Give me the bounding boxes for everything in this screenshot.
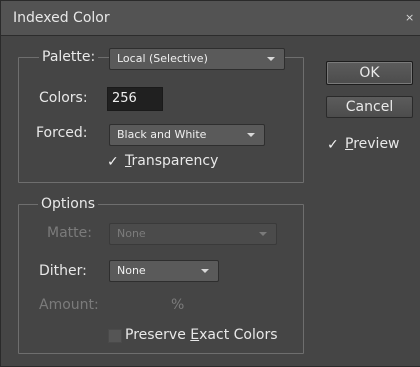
palette-label: Palette:	[39, 49, 99, 65]
amount-label: Amount:	[39, 297, 99, 313]
dither-dropdown[interactable]: None	[109, 260, 219, 282]
palette-value: Local (Selective)	[117, 52, 208, 65]
checkmark-icon: ✓	[107, 154, 119, 170]
preserve-label-pre: Preserve	[125, 327, 191, 343]
matte-label: Matte:	[47, 225, 92, 241]
dialog-title: Indexed Color	[13, 10, 110, 26]
transparency-label[interactable]: Transparency	[125, 153, 218, 169]
ok-button[interactable]: OK	[326, 61, 413, 85]
transparency-checkbox[interactable]: ✓	[107, 155, 121, 169]
colors-value: 256	[112, 91, 137, 106]
amount-unit: %	[171, 297, 185, 313]
preview-mnemonic: P	[345, 136, 354, 152]
chevron-down-icon	[201, 269, 209, 273]
preserve-mnemonic: E	[190, 327, 200, 343]
preserve-exact-colors-checkbox[interactable]	[108, 329, 122, 343]
chevron-down-icon	[247, 133, 255, 137]
cancel-button[interactable]: Cancel	[326, 96, 413, 118]
colors-label: Colors:	[39, 90, 88, 106]
transparency-label-rest: ransparency	[131, 153, 219, 169]
colors-field[interactable]: 256	[107, 87, 163, 111]
dither-label: Dither:	[39, 263, 87, 279]
dither-value: None	[117, 264, 146, 277]
matte-dropdown[interactable]: None	[109, 223, 277, 245]
options-legend: Options	[38, 196, 99, 212]
title-bar[interactable]: Indexed Color ×	[1, 1, 420, 36]
preserve-label-post: xact Colors	[199, 327, 278, 343]
matte-value: None	[117, 227, 146, 240]
forced-value: Black and White	[117, 128, 207, 141]
preserve-exact-colors-label[interactable]: Preserve Exact Colors	[125, 327, 278, 343]
forced-dropdown[interactable]: Black and White	[109, 124, 265, 146]
forced-label: Forced:	[36, 125, 88, 141]
close-icon[interactable]: ×	[405, 11, 414, 24]
chevron-down-icon	[267, 57, 275, 61]
preview-label-rest: review	[353, 136, 400, 152]
preview-checkbox[interactable]: ✓	[327, 138, 341, 152]
checkmark-icon: ✓	[327, 137, 339, 153]
preview-label[interactable]: Preview	[345, 136, 400, 152]
indexed-color-dialog: Indexed Color × Palette: Local (Selectiv…	[0, 0, 420, 367]
chevron-down-icon	[259, 232, 267, 236]
palette-dropdown[interactable]: Local (Selective)	[109, 48, 285, 70]
